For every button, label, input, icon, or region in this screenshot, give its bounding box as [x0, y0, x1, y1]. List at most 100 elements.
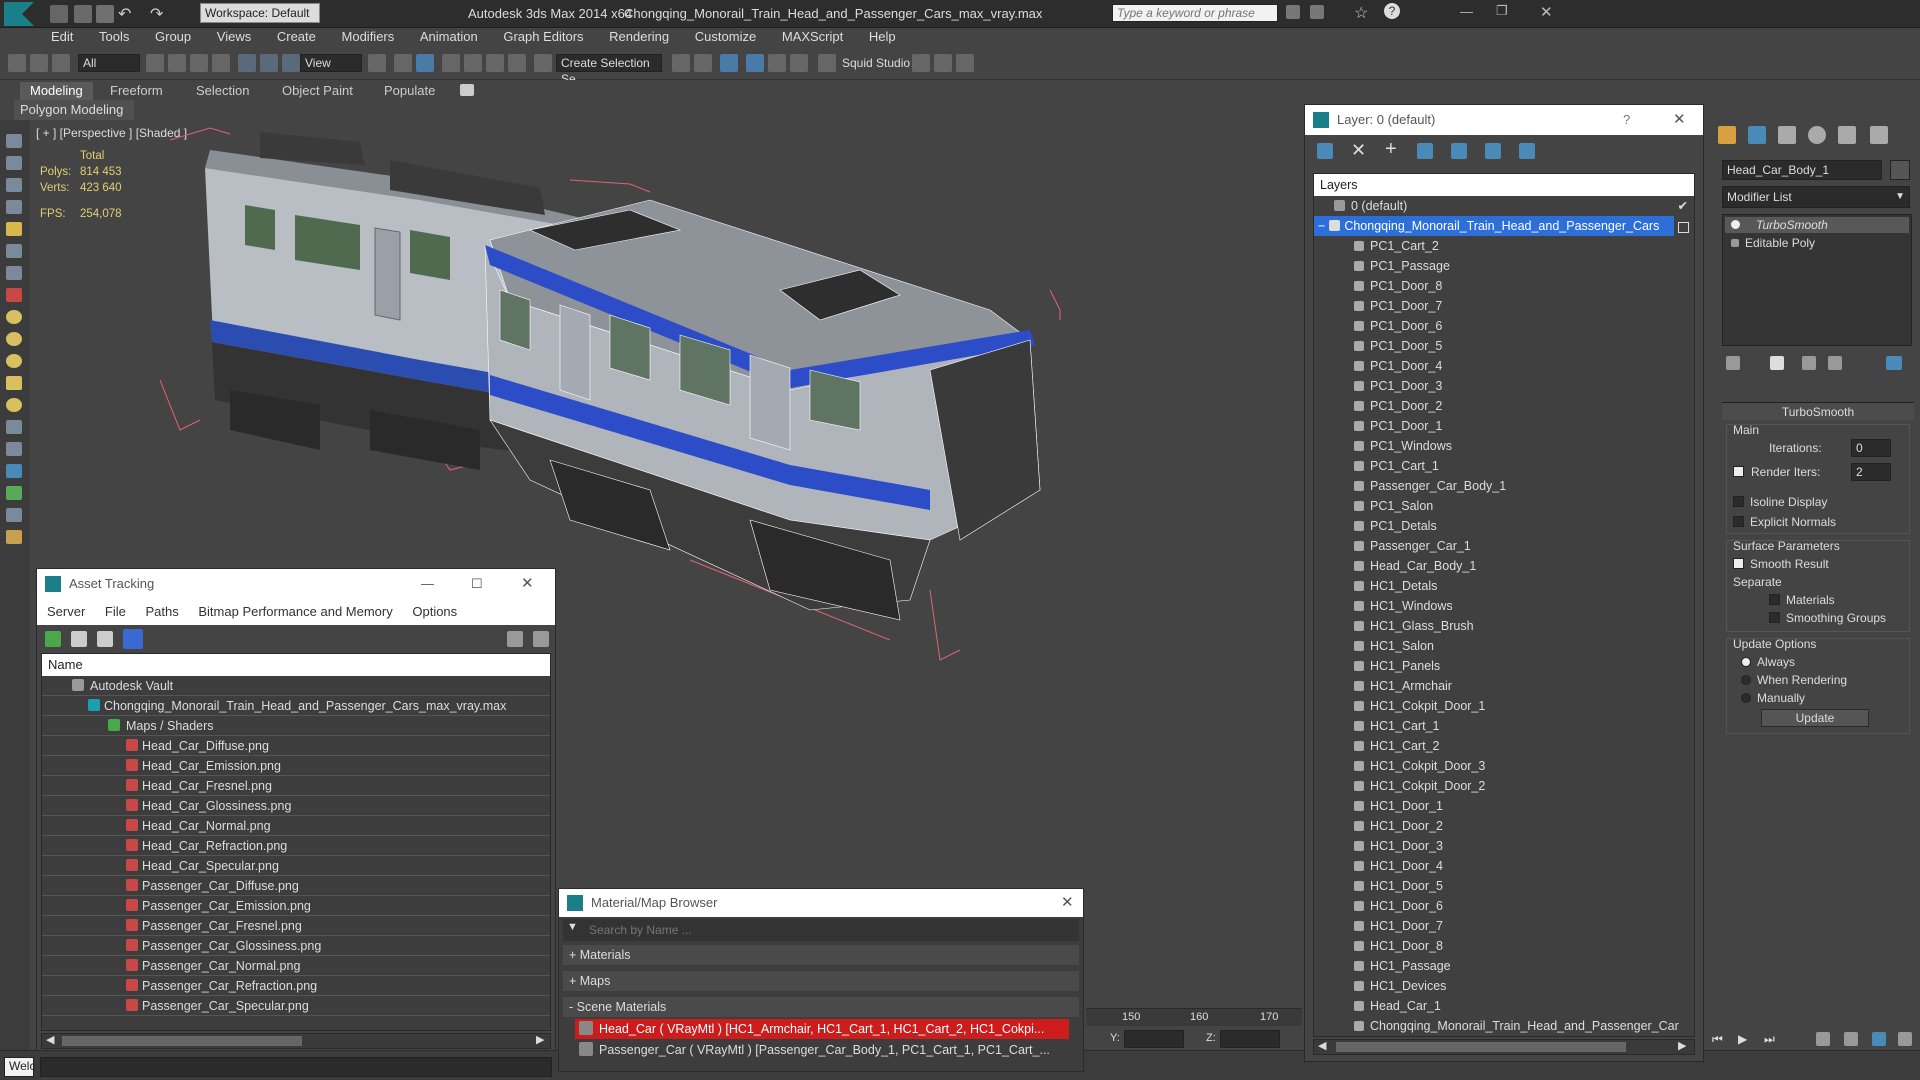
- asset-map-row[interactable]: Passenger_Car_Diffuse.png: [42, 876, 550, 896]
- restore-button[interactable]: ❐: [1496, 3, 1508, 19]
- stack-item-editable-poly[interactable]: Editable Poly: [1725, 235, 1909, 251]
- layer-hscrollbar[interactable]: ◀ ▶: [1313, 1039, 1695, 1055]
- configure-sets-icon[interactable]: [1886, 356, 1902, 370]
- workspace-dropdown[interactable]: Workspace: Default: [200, 3, 320, 23]
- delete-layer-icon[interactable]: ✕: [1351, 140, 1366, 161]
- asset-map-row[interactable]: Head_Car_Emission.png: [42, 756, 550, 776]
- material-item-passenger-car[interactable]: Passenger_Car ( VRayMtl ) [Passenger_Car…: [575, 1040, 1069, 1060]
- rectangular-selection-icon[interactable]: [190, 54, 208, 72]
- display-tab-icon[interactable]: [1838, 126, 1856, 144]
- tool-icon-13[interactable]: [6, 398, 22, 412]
- layer-object-row[interactable]: PC1_Door_2: [1314, 396, 1694, 416]
- tool-icon-1[interactable]: [6, 134, 22, 148]
- ribbon-options-icon[interactable]: [460, 84, 474, 96]
- menu-item-paths[interactable]: Paths: [138, 604, 187, 619]
- unlink-icon[interactable]: [30, 54, 48, 72]
- maxscript-listener[interactable]: Welc: [4, 1057, 35, 1077]
- menu-item-tools[interactable]: Tools: [88, 28, 140, 46]
- tab-populate[interactable]: Populate: [374, 82, 445, 100]
- link-icon[interactable]: [8, 54, 26, 72]
- rotate-icon[interactable]: [260, 54, 278, 72]
- layer-object-row[interactable]: Chongqing_Monorail_Train_Head_and_Passen…: [1314, 1016, 1694, 1036]
- make-unique-icon[interactable]: [1802, 356, 1816, 370]
- layer-object-row[interactable]: PC1_Door_6: [1314, 316, 1694, 336]
- menu-item-file[interactable]: File: [97, 604, 134, 619]
- when-rendering-radio[interactable]: When Rendering: [1741, 673, 1847, 687]
- layer-object-row[interactable]: PC1_Cart_1: [1314, 456, 1694, 476]
- ribbon-panel-polygon-modeling[interactable]: Polygon Modeling: [14, 100, 134, 120]
- render-iters-checkbox[interactable]: [1733, 465, 1750, 479]
- layer-object-row[interactable]: Head_Car_Body_1: [1314, 556, 1694, 576]
- layer-object-row[interactable]: Head_Car_1: [1314, 996, 1694, 1016]
- layer-object-row[interactable]: HC1_Door_1: [1314, 796, 1694, 816]
- layer-object-row[interactable]: HC1_Panels: [1314, 656, 1694, 676]
- render-iters-spinner[interactable]: 2: [1851, 463, 1891, 481]
- edit-named-selection-icon[interactable]: [534, 54, 552, 72]
- scale-icon[interactable]: [282, 54, 300, 72]
- curve-editor-icon[interactable]: [768, 54, 786, 72]
- layers-column-header[interactable]: Layers: [1314, 174, 1694, 196]
- go-to-start-icon[interactable]: ⏮: [1712, 1032, 1723, 1047]
- highlight-layer-icon[interactable]: [1451, 143, 1467, 159]
- utilities-tab-icon[interactable]: [1870, 126, 1888, 144]
- prompt-line[interactable]: [40, 1057, 552, 1077]
- menu-item-server[interactable]: Server: [39, 604, 93, 619]
- layer-object-row[interactable]: HC1_Salon: [1314, 636, 1694, 656]
- redo-icon[interactable]: ↷: [150, 4, 163, 24]
- section-scene-materials[interactable]: - Scene Materials: [563, 997, 1079, 1017]
- help-button[interactable]: ?: [1623, 105, 1630, 135]
- binoculars-icon[interactable]: [1286, 5, 1300, 19]
- asset-map-row[interactable]: Head_Car_Normal.png: [42, 816, 550, 836]
- bulb-icon[interactable]: [1731, 220, 1740, 229]
- render-setup-icon[interactable]: [912, 54, 930, 72]
- rendered-frame-icon[interactable]: [934, 54, 952, 72]
- asset-map-row[interactable]: Head_Car_Diffuse.png: [42, 736, 550, 756]
- tool-icon-18[interactable]: [6, 508, 22, 522]
- layer-object-row[interactable]: HC1_Devices: [1314, 976, 1694, 996]
- move-icon[interactable]: [238, 54, 256, 72]
- scroll-left-arrow[interactable]: ◀: [1318, 1039, 1326, 1052]
- asset-map-row[interactable]: Passenger_Car_Specular.png: [42, 996, 550, 1016]
- select-in-layer-icon[interactable]: [1417, 143, 1433, 159]
- pivot-center-icon[interactable]: [368, 54, 386, 72]
- tool-icon-4[interactable]: [6, 200, 22, 214]
- collapse-icon[interactable]: −: [1318, 219, 1325, 233]
- percent-snap-icon[interactable]: [486, 54, 504, 72]
- asset-map-row[interactable]: Head_Car_Specular.png: [42, 856, 550, 876]
- open-file-icon[interactable]: [74, 5, 92, 23]
- menu-item-views[interactable]: Views: [206, 28, 262, 46]
- smoothing-groups-checkbox[interactable]: Smoothing Groups: [1769, 611, 1886, 625]
- layer-object-row[interactable]: PC1_Door_1: [1314, 416, 1694, 436]
- menu-item-maxscript[interactable]: MAXScript: [771, 28, 854, 46]
- material-editor-icon[interactable]: [818, 54, 836, 72]
- help-icon[interactable]: ?: [1384, 3, 1400, 19]
- tool-icon-10[interactable]: [6, 332, 22, 346]
- layer-object-row[interactable]: PC1_Door_5: [1314, 336, 1694, 356]
- table-view-icon[interactable]: [123, 629, 143, 649]
- menu-item-options[interactable]: Options: [404, 604, 465, 619]
- show-end-result-icon[interactable]: [1770, 356, 1784, 370]
- select-by-name-icon[interactable]: [168, 54, 186, 72]
- minimize-button[interactable]: —: [421, 569, 434, 599]
- undo-icon[interactable]: ↶: [118, 4, 131, 24]
- material-browser-titlebar[interactable]: Material/Map Browser ✕: [559, 889, 1083, 917]
- layer-object-row[interactable]: HC1_Armchair: [1314, 676, 1694, 696]
- settings-icon[interactable]: [533, 631, 549, 647]
- tab-freeform[interactable]: Freeform: [100, 82, 173, 100]
- play-icon[interactable]: ▶: [1738, 1032, 1747, 1046]
- tool-icon-8[interactable]: [6, 288, 22, 302]
- tool-icon-15[interactable]: [6, 442, 22, 456]
- stack-item-turbosmooth[interactable]: TurboSmooth: [1725, 217, 1909, 233]
- section-materials[interactable]: + Materials: [563, 945, 1079, 965]
- select-manipulate-icon[interactable]: [394, 54, 412, 72]
- close-button[interactable]: ✕: [1673, 105, 1686, 135]
- pan-icon[interactable]: [1872, 1032, 1886, 1046]
- scroll-left-arrow[interactable]: ◀: [46, 1033, 54, 1046]
- layer-object-row[interactable]: PC1_Door_8: [1314, 276, 1694, 296]
- asset-map-row[interactable]: Passenger_Car_Refraction.png: [42, 976, 550, 996]
- mirror-icon[interactable]: [672, 54, 690, 72]
- layer-object-row[interactable]: HC1_Cokpit_Door_3: [1314, 756, 1694, 776]
- freeze-all-layers-icon[interactable]: [1519, 143, 1535, 159]
- z-coordinate-field[interactable]: [1220, 1030, 1280, 1048]
- tab-selection[interactable]: Selection: [186, 82, 259, 100]
